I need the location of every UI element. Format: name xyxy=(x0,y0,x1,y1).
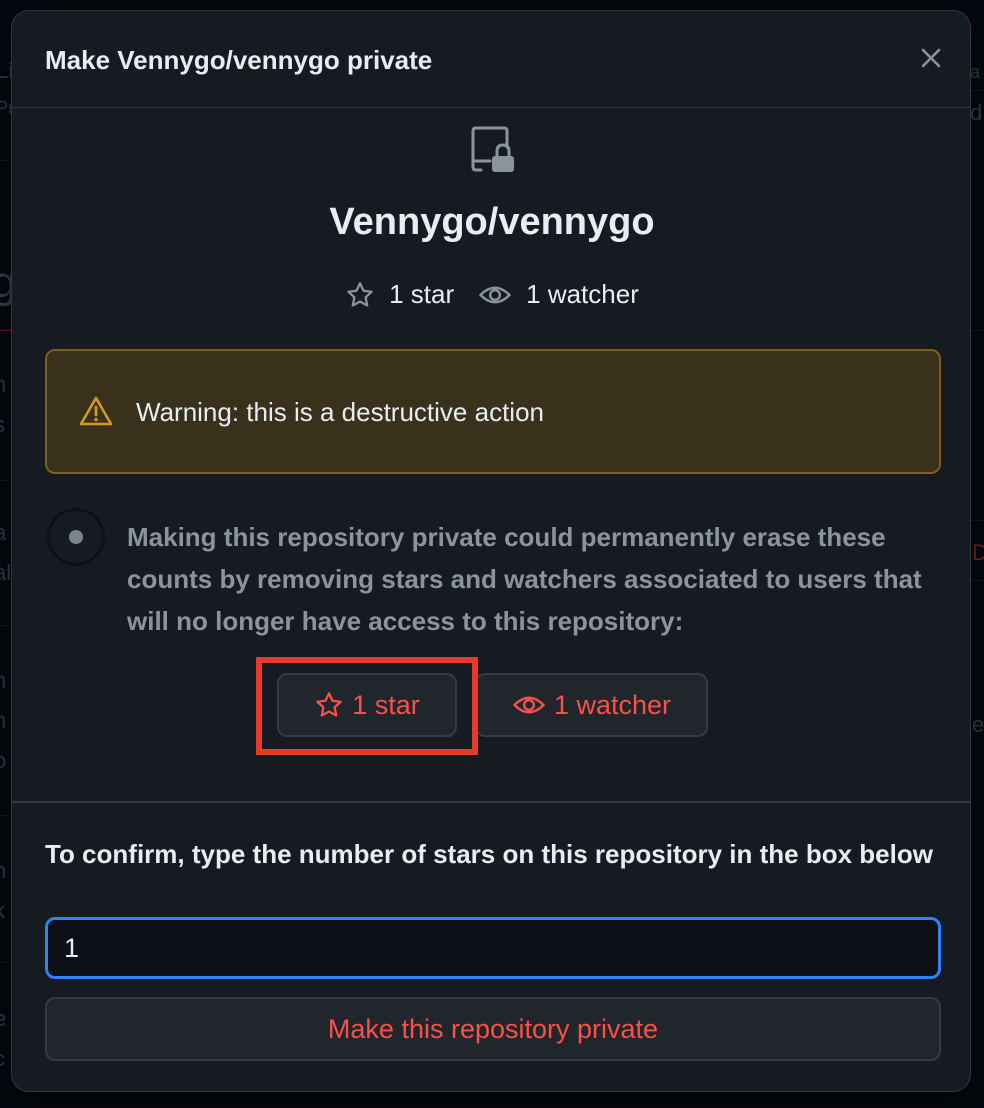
warning-banner: Warning: this is a destructive action xyxy=(45,349,941,474)
watcher-button-label: 1 watcher xyxy=(553,689,672,720)
confirm-stars-input[interactable] xyxy=(45,917,941,979)
make-private-button-label: Make this repository private xyxy=(327,1013,659,1044)
close-button[interactable] xyxy=(916,43,946,73)
repo-name: Vennygo/vennygo xyxy=(329,201,655,243)
step-description: Making this repository private could per… xyxy=(127,522,922,636)
confirm-label: To confirm, type the number of stars on … xyxy=(45,839,933,869)
watcher-count-label: 1 watcher xyxy=(526,279,639,309)
close-icon xyxy=(921,48,941,68)
step-dot xyxy=(69,530,83,544)
dialog-title: Make Vennygo/vennygo private xyxy=(45,45,433,75)
watcher-count: 1 watcher xyxy=(478,279,639,310)
star-icon xyxy=(347,281,373,307)
alert-icon xyxy=(79,396,113,426)
star-count-button[interactable]: 1 star xyxy=(277,673,457,737)
make-private-button[interactable]: Make this repository private xyxy=(45,997,941,1061)
star-count-label: 1 star xyxy=(389,279,455,309)
step-indicator xyxy=(47,508,105,566)
section-divider xyxy=(12,801,970,803)
star-button-label: 1 star xyxy=(352,689,420,720)
star-count: 1 star xyxy=(345,279,454,310)
eye-icon xyxy=(479,286,511,303)
warning-text: Warning: this is a destructive action xyxy=(136,397,544,427)
dialog-header: Make Vennygo/vennygo private xyxy=(12,11,970,108)
watcher-count-button[interactable]: 1 watcher xyxy=(475,673,708,737)
repo-counts: 1 star 1 watcher xyxy=(12,279,970,310)
eye-icon xyxy=(513,696,545,714)
star-icon xyxy=(316,692,342,717)
repo-locked-icon xyxy=(471,126,514,172)
make-private-dialog: Make Vennygo/vennygo private Vennygo/ven… xyxy=(11,10,971,1092)
